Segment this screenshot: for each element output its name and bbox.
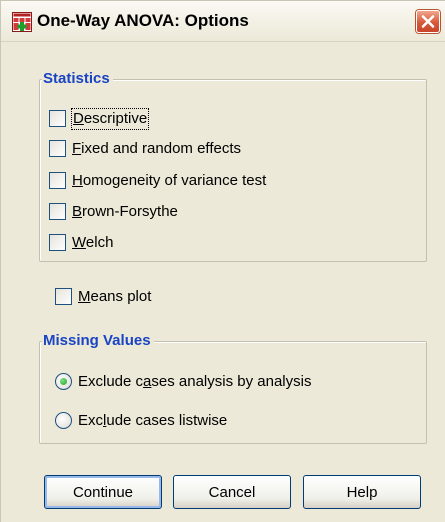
app-icon: [12, 12, 32, 32]
statistics-group-title: Statistics: [42, 70, 113, 88]
statistics-group: Statistics Descriptive Fixed and random …: [39, 70, 427, 262]
homogeneity-checkbox[interactable]: [49, 172, 66, 189]
brown-forsythe-label: Brown-Forsythe: [72, 203, 178, 220]
close-button[interactable]: [416, 10, 440, 33]
help-button[interactable]: Help: [303, 475, 421, 509]
welch-checkbox[interactable]: [49, 234, 66, 251]
close-icon: [421, 15, 435, 28]
anova-options-dialog: One-Way ANOVA: Options Statistics Descri…: [0, 0, 445, 522]
missing-values-group: Missing Values Exclude cases analysis by…: [39, 332, 427, 444]
fixed-random-effects-checkbox[interactable]: [49, 140, 66, 157]
exclude-listwise-label: Exclude cases listwise: [78, 412, 228, 429]
homogeneity-label: Homogeneity of variance test: [72, 172, 267, 189]
welch-label: Welch: [72, 234, 114, 251]
missing-values-group-title: Missing Values: [42, 332, 154, 350]
descriptive-label: Descriptive: [70, 108, 150, 130]
means-plot-label: Means plot: [78, 288, 152, 305]
brown-forsythe-checkbox[interactable]: [49, 203, 66, 220]
exclude-listwise-radio[interactable]: [55, 412, 72, 429]
means-plot-checkbox[interactable]: [55, 288, 72, 305]
exclude-analysis-label: Exclude cases analysis by analysis: [78, 373, 312, 390]
radio-selected-dot: [60, 378, 67, 385]
cancel-button[interactable]: Cancel: [173, 475, 291, 509]
title-bar[interactable]: One-Way ANOVA: Options: [1, 1, 445, 42]
window-title: One-Way ANOVA: Options: [37, 11, 249, 30]
continue-button[interactable]: Continue: [44, 475, 162, 509]
descriptive-checkbox[interactable]: [49, 110, 66, 127]
fixed-random-effects-label: Fixed and random effects: [72, 140, 241, 157]
exclude-analysis-radio[interactable]: [55, 373, 72, 390]
